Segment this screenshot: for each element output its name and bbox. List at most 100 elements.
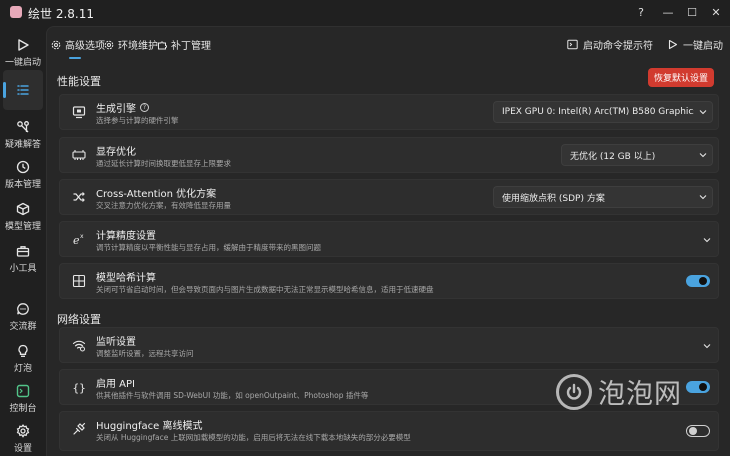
sidebar-item-label: 设置 xyxy=(13,443,32,454)
engine-title: 生成引擎 ? xyxy=(96,100,149,115)
api-toggle[interactable] xyxy=(686,381,710,393)
bulb-icon xyxy=(15,343,31,359)
vram-desc: 通过延长计算时间换取更低显存上限要求 xyxy=(96,159,231,168)
wifi-icon xyxy=(72,338,86,352)
setting-card-engine: 生成引擎 ? 选择参与计算的硬件引擎 IPEX GPU 0: Intel(R) … xyxy=(59,94,719,130)
braces-icon: {} xyxy=(72,380,86,395)
attention-dropdown[interactable]: 使用缩放点积 (SDP) 方案 xyxy=(493,186,713,208)
section-title-network: 网络设置 xyxy=(57,313,101,326)
plug-disconnect-icon xyxy=(72,422,86,436)
reset-defaults-button[interactable]: 恢复默认设置 xyxy=(648,68,714,87)
console-icon xyxy=(15,383,31,399)
svg-text:e: e xyxy=(73,234,80,246)
grid-icon xyxy=(72,274,86,288)
chevron-down-icon[interactable] xyxy=(702,341,712,351)
section-title-performance: 性能设置 xyxy=(57,75,101,88)
sidebar-item-label: 版本管理 xyxy=(4,179,41,190)
close-button[interactable]: ✕ xyxy=(705,3,727,21)
tab-advanced[interactable]: 高级选项 xyxy=(51,37,105,52)
chevron-down-icon xyxy=(694,109,712,115)
precision-title: 计算精度设置 xyxy=(96,231,156,242)
setting-card-hf-offline: Huggingface 离线模式 关闭从 Huggingface 上联网加载模型… xyxy=(59,411,719,451)
hf-offline-desc: 关闭从 Huggingface 上联网加载模型的功能，启用后将无法在线下载本地缺… xyxy=(96,433,411,442)
sidebar-item-models[interactable]: 模型管理 xyxy=(0,196,46,236)
tab-label: 高级选项 xyxy=(65,41,105,52)
chat-icon xyxy=(15,301,31,317)
gear-icon xyxy=(51,40,61,50)
svg-text:x: x xyxy=(80,233,84,240)
vram-title: 显存优化 xyxy=(96,147,136,158)
open-command-prompt-button[interactable]: 启动命令提示符 xyxy=(567,37,653,52)
terminal-icon xyxy=(567,39,578,50)
sidebar-item-label: 疑难解答 xyxy=(4,139,41,150)
sidebar-item-troubleshoot[interactable]: 疑难解答 xyxy=(0,114,46,154)
exponent-icon: ex xyxy=(72,232,86,246)
hf-offline-title: Huggingface 离线模式 xyxy=(96,421,203,432)
app-logo-icon xyxy=(10,6,22,18)
tab-label: 环境维护 xyxy=(118,41,158,52)
watermark: 泡泡网 xyxy=(556,372,682,411)
clock-icon xyxy=(15,159,31,175)
help-icon[interactable]: ? xyxy=(140,103,149,112)
sidebar-item-bulb[interactable]: 灯泡 xyxy=(0,338,46,378)
title-bar: 绘世 2.8.11 ? — ☐ ✕ xyxy=(0,0,730,26)
attention-desc: 交叉注意力优化方案，有效降低显存用量 xyxy=(96,201,231,210)
chevron-down-icon xyxy=(694,152,712,158)
tab-label: 补丁管理 xyxy=(171,41,211,52)
gear-icon xyxy=(15,423,31,439)
gear-icon xyxy=(104,40,114,50)
model-hash-toggle[interactable] xyxy=(686,275,710,287)
sidebar: 一键启动 疑难解答 版本管理 模型管理 小工具 交流群 灯泡 控制台 设置 xyxy=(0,26,46,456)
maximize-button[interactable]: ☐ xyxy=(681,3,703,21)
memory-icon xyxy=(72,148,86,162)
chip-icon xyxy=(72,105,86,119)
play-icon xyxy=(667,39,678,50)
shuffle-icon xyxy=(72,190,86,204)
listen-desc: 调整监听设置，远程共享访问 xyxy=(96,349,194,358)
vram-dropdown[interactable]: 无优化 (12 GB 以上) xyxy=(561,144,713,166)
setting-card-attention: Cross-Attention 优化方案 交叉注意力优化方案，有效降低显存用量 … xyxy=(59,179,719,215)
sidebar-item-community[interactable]: 交流群 xyxy=(0,296,46,336)
hf-offline-toggle[interactable] xyxy=(686,425,710,437)
tab-patches[interactable]: 补丁管理 xyxy=(157,37,211,52)
help-button[interactable]: ? xyxy=(630,3,652,21)
setting-card-precision[interactable]: ex 计算精度设置 调节计算精度以平衡性能与显存占用，缓解由于精度带来的黑图问题 xyxy=(59,221,719,257)
chevron-down-icon xyxy=(694,194,712,200)
api-title: 启用 API xyxy=(96,379,135,390)
sidebar-item-label: 一键启动 xyxy=(4,57,41,68)
model-hash-desc: 关闭可节省启动时间，但会导致页面内与图片生成数据中无法正常显示模型哈希信息，适用… xyxy=(96,285,434,294)
puzzle-icon xyxy=(157,40,167,50)
listen-title: 监听设置 xyxy=(96,337,136,348)
setting-card-vram: 显存优化 通过延长计算时间换取更低显存上限要求 无优化 (12 GB 以上) xyxy=(59,137,719,173)
list-icon xyxy=(15,82,31,98)
attention-title: Cross-Attention 优化方案 xyxy=(96,189,217,200)
sidebar-item-label: 小工具 xyxy=(9,263,37,274)
play-icon xyxy=(15,37,31,53)
watermark-text: 泡泡网 xyxy=(598,379,682,410)
api-desc: 供其他插件与软件调用 SD-WebUI 功能，如 openOutpaint、Ph… xyxy=(96,391,369,400)
sidebar-item-tools[interactable]: 小工具 xyxy=(0,238,46,278)
active-tab-indicator xyxy=(69,57,81,59)
setting-card-model-hash: 模型哈希计算 关闭可节省启动时间，但会导致页面内与图片生成数据中无法正常显示模型… xyxy=(59,263,719,299)
sidebar-item-advanced[interactable] xyxy=(3,70,43,110)
precision-desc: 调节计算精度以平衡性能与显存占用，缓解由于精度带来的黑图问题 xyxy=(96,243,321,252)
sidebar-item-label: 灯泡 xyxy=(13,363,32,374)
setting-card-listen[interactable]: 监听设置 调整监听设置，远程共享访问 xyxy=(59,327,719,363)
app-title: 绘世 2.8.11 xyxy=(28,7,94,21)
sidebar-item-label: 交流群 xyxy=(9,321,37,332)
engine-desc: 选择参与计算的硬件引擎 xyxy=(96,116,179,125)
sidebar-item-settings[interactable]: 设置 xyxy=(0,418,46,456)
sidebar-item-console[interactable]: 控制台 xyxy=(0,378,46,418)
minimize-button[interactable]: — xyxy=(657,3,679,21)
sidebar-item-launch[interactable]: 一键启动 xyxy=(0,32,46,72)
model-hash-title: 模型哈希计算 xyxy=(96,273,156,284)
sidebar-item-version[interactable]: 版本管理 xyxy=(0,154,46,194)
sidebar-item-label: 模型管理 xyxy=(4,221,41,232)
launch-button[interactable]: 一键启动 xyxy=(667,37,723,52)
tools-icon xyxy=(15,119,31,135)
tab-environment[interactable]: 环境维护 xyxy=(104,37,158,52)
chevron-down-icon[interactable] xyxy=(702,235,712,245)
svg-text:{}: {} xyxy=(73,382,86,395)
engine-dropdown[interactable]: IPEX GPU 0: Intel(R) Arc(TM) B580 Graphi… xyxy=(493,101,713,123)
power-icon xyxy=(556,373,592,410)
